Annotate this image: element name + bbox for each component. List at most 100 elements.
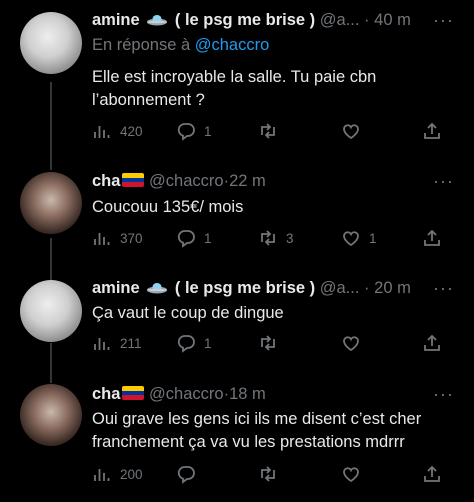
ufo-emoji-icon xyxy=(147,283,168,294)
tweet-text: Oui grave les gens ici ils me disent c’e… xyxy=(92,408,452,454)
views-button[interactable]: 200 xyxy=(92,463,143,485)
like-count: 1 xyxy=(369,230,377,246)
views-button[interactable]: 211 xyxy=(92,332,142,354)
share-button[interactable] xyxy=(422,332,442,354)
handle[interactable]: @chaccro xyxy=(149,385,224,403)
reply-icon xyxy=(177,335,195,353)
display-name-suffix[interactable]: ( le psg me brise ) xyxy=(175,279,315,297)
like-button[interactable] xyxy=(341,120,369,142)
more-icon[interactable]: ··· xyxy=(433,172,454,190)
retweet-count: 3 xyxy=(286,230,294,246)
more-icon[interactable]: ··· xyxy=(433,279,454,297)
display-name[interactable]: amine xyxy=(92,279,140,297)
handle[interactable]: @a... xyxy=(320,11,360,29)
avatar[interactable] xyxy=(20,280,82,342)
tweet[interactable]: amine ( le psg me brise ) @a... · 40 m ·… xyxy=(0,0,474,160)
reply-button[interactable] xyxy=(176,463,204,485)
avatar[interactable] xyxy=(20,384,82,446)
display-name[interactable]: cha xyxy=(92,385,120,403)
timestamp[interactable]: 18 m xyxy=(229,385,266,403)
more-icon[interactable]: ··· xyxy=(433,11,454,29)
tweet-text-line: Coucouu 135€/ mois xyxy=(92,198,244,216)
like-button[interactable] xyxy=(341,463,369,485)
views-button[interactable]: 370 xyxy=(92,227,143,249)
timestamp[interactable]: 40 m xyxy=(374,11,411,29)
retweet-icon xyxy=(261,230,275,246)
share-button[interactable] xyxy=(422,463,442,485)
views-icon xyxy=(94,338,110,350)
share-icon xyxy=(424,334,440,351)
retweet-button[interactable] xyxy=(258,120,286,142)
action-bar: 370 1 3 1 xyxy=(92,227,454,249)
tweet[interactable]: amine ( le psg me brise ) @a... · 20 m ·… xyxy=(0,268,474,372)
retweet-icon xyxy=(261,123,275,139)
reply-mention-link[interactable]: @chaccro xyxy=(195,36,270,54)
like-icon xyxy=(343,336,359,352)
handle[interactable]: @a... xyxy=(320,279,360,297)
separator: · xyxy=(364,11,370,29)
share-button[interactable] xyxy=(422,120,442,142)
like-icon xyxy=(343,231,359,247)
tweet-text-line: Oui grave les gens ici ils me disent c’e… xyxy=(92,410,422,428)
views-icon xyxy=(94,469,110,481)
views-icon xyxy=(94,233,110,245)
tweet[interactable]: cha @chaccro·18 m ··· Oui grave les gens… xyxy=(0,372,474,502)
tweet-text-line: Elle est incroyable la salle. Tu paie cb… xyxy=(92,68,377,86)
tweet-text: Ça vaut le coup de dingue xyxy=(92,302,452,325)
action-bar: 211 1 xyxy=(92,332,454,354)
share-icon xyxy=(424,122,440,139)
tweet[interactable]: cha @chaccro·22 m ··· Coucouu 135€/ mois… xyxy=(0,160,474,268)
retweet-button[interactable] xyxy=(258,332,286,354)
retweet-button[interactable] xyxy=(258,463,286,485)
timestamp[interactable]: 20 m xyxy=(374,279,411,297)
reply-icon xyxy=(177,230,195,248)
retweet-button[interactable]: 3 xyxy=(258,227,294,249)
tweet-text-line: franchement ça va vu les prestations mdr… xyxy=(92,433,405,451)
views-count: 370 xyxy=(120,230,143,246)
like-icon xyxy=(343,467,359,483)
reply-prefix: En réponse à xyxy=(92,36,191,54)
reply-context: En réponse à @chaccro xyxy=(92,34,269,56)
retweet-icon xyxy=(261,466,275,482)
like-button[interactable]: 1 xyxy=(341,227,377,249)
ufo-emoji-icon xyxy=(147,15,168,26)
reply-count: 1 xyxy=(204,123,212,139)
tweet-text-line: Ça vaut le coup de dingue xyxy=(92,304,284,322)
avatar[interactable] xyxy=(20,172,82,234)
venezuela-flag-icon xyxy=(122,386,145,400)
views-count: 211 xyxy=(120,335,142,351)
reply-count: 1 xyxy=(204,335,212,351)
tweet-text: Elle est incroyable la salle. Tu paie cb… xyxy=(92,66,452,112)
tweet-header: amine ( le psg me brise ) @a... · 40 m xyxy=(92,9,464,31)
tweet-header: cha @chaccro·22 m xyxy=(92,170,464,192)
action-bar: 200 xyxy=(92,463,454,485)
share-icon xyxy=(424,465,440,482)
reply-button[interactable]: 1 xyxy=(176,227,212,249)
more-icon[interactable]: ··· xyxy=(433,385,454,403)
separator: · xyxy=(364,279,370,297)
like-button[interactable] xyxy=(341,332,369,354)
tweet-text-line: l’abonnement ? xyxy=(92,91,205,109)
display-name-suffix[interactable]: ( le psg me brise ) xyxy=(175,11,315,29)
avatar[interactable] xyxy=(20,12,82,74)
reply-icon xyxy=(177,123,195,141)
share-button[interactable] xyxy=(422,227,442,249)
like-icon xyxy=(343,124,359,140)
tweet-header: cha @chaccro·18 m xyxy=(92,383,464,405)
tweet-text: Coucouu 135€/ mois xyxy=(92,196,452,219)
display-name[interactable]: amine xyxy=(92,11,140,29)
display-name[interactable]: cha xyxy=(92,172,120,190)
timestamp[interactable]: 22 m xyxy=(229,172,266,190)
action-bar: 420 1 xyxy=(92,120,454,142)
tweet-header: amine ( le psg me brise ) @a... · 20 m xyxy=(92,277,464,299)
views-icon xyxy=(94,126,110,138)
reply-button[interactable]: 1 xyxy=(176,332,212,354)
views-count: 200 xyxy=(120,466,143,482)
retweet-icon xyxy=(261,335,275,351)
reply-button[interactable]: 1 xyxy=(176,120,212,142)
reply-icon xyxy=(177,466,195,484)
reply-count: 1 xyxy=(204,230,212,246)
views-count: 420 xyxy=(120,123,143,139)
handle[interactable]: @chaccro xyxy=(149,172,224,190)
views-button[interactable]: 420 xyxy=(92,120,143,142)
